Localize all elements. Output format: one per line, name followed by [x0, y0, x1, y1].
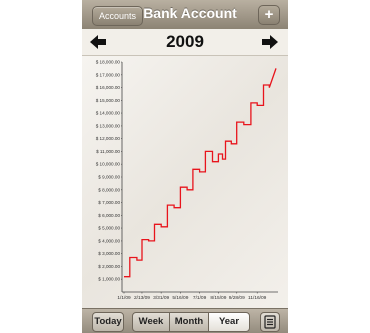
- period-selector: 2009: [82, 29, 288, 56]
- week-segment[interactable]: Week: [132, 312, 170, 332]
- x-tick-label: 1/1/09: [117, 295, 131, 301]
- page-title: Bank Account: [143, 5, 237, 21]
- y-tick-label: $ 18,000.00: [96, 60, 121, 65]
- x-tick-label: 11/16/09: [248, 295, 267, 301]
- y-tick-label: $ 11,000.00: [96, 149, 120, 154]
- y-tick-label: $ 4,000.00: [98, 238, 120, 243]
- x-tick-label: 3/31/09: [153, 295, 169, 301]
- y-tick-label: $ 1,000.00: [98, 277, 120, 282]
- x-tick-label: 9/28/09: [229, 295, 245, 301]
- y-tick-label: $ 17,000.00: [96, 72, 121, 77]
- arrow-right-icon[interactable]: [260, 32, 280, 52]
- y-tick-label: $ 14,000.00: [96, 111, 121, 116]
- accounts-back-button[interactable]: Accounts: [92, 6, 144, 26]
- plus-icon[interactable]: +: [258, 5, 280, 25]
- y-tick-label: $ 16,000.00: [96, 85, 121, 90]
- year-label: 2009: [166, 32, 204, 51]
- list-button[interactable]: [260, 312, 280, 332]
- y-tick-label: $ 10,000.00: [96, 162, 121, 167]
- y-tick-label: $ 3,000.00: [98, 251, 120, 256]
- x-tick-label: 7/1/09: [193, 295, 207, 301]
- y-tick-label: $ 2,000.00: [98, 264, 120, 269]
- y-tick-label: $ 12,000.00: [96, 136, 121, 141]
- balance-series-line: [124, 68, 277, 278]
- y-tick-label: $ 9,000.00: [98, 175, 120, 180]
- x-tick-label: 5/16/09: [172, 295, 188, 301]
- phone-screen: Accounts Bank Account + 2009 $ 1,000.00 $…: [82, 0, 288, 333]
- y-tick-label: $ 6,000.00: [98, 213, 120, 218]
- today-button[interactable]: Today: [92, 312, 124, 332]
- year-segment[interactable]: Year: [208, 312, 250, 332]
- month-segment[interactable]: Month: [169, 312, 209, 332]
- balance-line-chart: $ 1,000.00 $ 2,000.00 $ 3,000.00 $ 4,000.00…: [96, 60, 278, 301]
- y-tick-label: $ 8,000.00: [98, 187, 120, 192]
- navigation-bar: Accounts Bank Account +: [82, 0, 288, 30]
- x-tick-label: 2/13/09: [134, 295, 150, 301]
- y-tick-label: $ 7,000.00: [98, 200, 120, 205]
- balance-chart: $ 1,000.00 $ 2,000.00 $ 3,000.00 $ 4,000.00…: [82, 56, 288, 308]
- arrow-left-icon[interactable]: [88, 32, 108, 52]
- y-tick-label: $ 13,000.00: [96, 123, 121, 128]
- bottom-toolbar: Today Week Month Year: [82, 308, 288, 333]
- x-tick-label: 8/15/09: [210, 295, 226, 301]
- list-icon: [264, 315, 276, 329]
- y-tick-label: $ 5,000.00: [98, 226, 120, 231]
- y-tick-label: $ 15,000.00: [96, 98, 121, 103]
